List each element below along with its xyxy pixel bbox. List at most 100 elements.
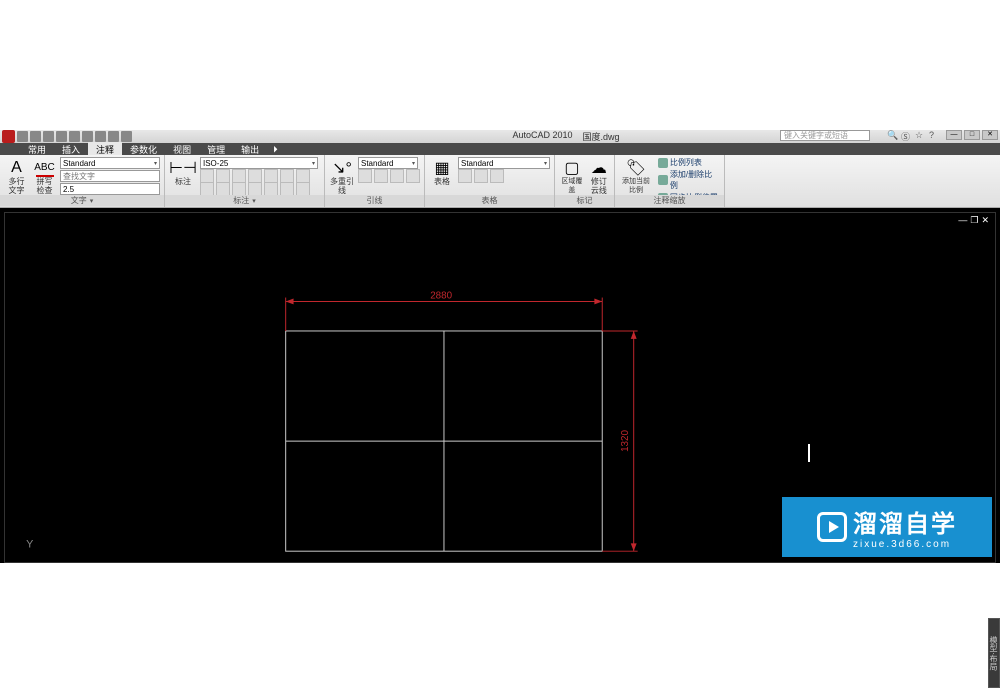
dim-h-arrow2 (594, 299, 602, 305)
panel-dimension: ⊢⊣ 标注 ISO-25▾ (165, 155, 325, 207)
leader-style-combo[interactable]: Standard▾ (358, 157, 418, 169)
minimize-button[interactable]: — (946, 130, 962, 140)
multileader-button[interactable]: ↘︎° 多重引线 (329, 157, 355, 196)
table-style-combo[interactable]: Standard▾ (458, 157, 550, 169)
ribbon-tabs: 常用 插入 注释 参数化 视图 管理 输出 ⏵ (0, 143, 1000, 155)
multiline-text-button[interactable]: A 多行 文字 (4, 157, 29, 196)
table-icon: ▦ (433, 159, 451, 177)
scale-adddel-link[interactable]: 添加/删除比例 (658, 169, 720, 191)
dim-jogged-icon[interactable] (296, 169, 310, 183)
text-cursor (808, 444, 810, 462)
ucs-y-label: Y (26, 538, 33, 550)
watermark-title: 溜溜自学 (853, 504, 957, 539)
table-link-icon[interactable] (474, 169, 488, 183)
add-current-scale-button[interactable]: 🏷 添加当前 比例 (619, 157, 653, 196)
qat-icon-8[interactable] (108, 131, 119, 142)
dim-v-value: 1320 (620, 429, 631, 451)
leader-remove-icon[interactable] (374, 169, 388, 183)
dim-v-arrow2 (631, 543, 637, 551)
dim-v-arrow1 (631, 331, 637, 339)
dim-oblique-icon[interactable] (296, 182, 310, 196)
panel-table: ▦ 表格 Standard▾ 表格 (425, 155, 555, 207)
panel-scale: 🏷 添加当前 比例 比例列表 添加/删除比例 同步比例位置 注释缩放 (615, 155, 725, 207)
window-controls: — □ ✕ (946, 130, 998, 140)
dim-break-icon[interactable] (200, 182, 214, 196)
dim-tol-icon[interactable] (232, 182, 246, 196)
panel-title-markup[interactable]: 标记 (555, 195, 614, 206)
help-icon[interactable]: ? (929, 130, 940, 141)
dimension-button[interactable]: ⊢⊣ 标注 (169, 157, 197, 196)
qat-save-icon[interactable] (43, 131, 54, 142)
drawing-area[interactable]: — ❐ ✕ 2880 1320 Y 模型·布局 (0, 208, 1000, 563)
dim-radius-icon[interactable] (264, 169, 278, 183)
dim-aligned-icon[interactable] (216, 169, 230, 183)
dim-tools-row1 (200, 170, 318, 182)
panel-leader: ↘︎° 多重引线 Standard▾ 引线 (325, 155, 425, 207)
panel-title-scale[interactable]: 注释缩放 (615, 195, 724, 206)
list-icon (658, 158, 668, 168)
watermark-url: zixue.3d66.com (853, 539, 951, 550)
layout-tab-sidebar[interactable]: 模型·布局 (988, 618, 1000, 688)
qat-print-icon[interactable] (82, 131, 93, 142)
panel-title-table[interactable]: 表格 (425, 195, 554, 206)
infocenter-search[interactable]: 键入关键字或短语 (780, 130, 870, 141)
comm-icon[interactable]: ☆ (915, 130, 926, 141)
leader-align-icon[interactable] (390, 169, 404, 183)
dim-center-icon[interactable] (248, 182, 262, 196)
qat-undo-icon[interactable] (56, 131, 67, 142)
leader-add-icon[interactable] (358, 169, 372, 183)
text-icon: A (8, 159, 26, 177)
ribbon: A 多行 文字 ABC 拼写 检查 Standard▾ 文字▾ ⊢⊣ 标注 IS… (0, 155, 1000, 208)
restore-button[interactable]: □ (964, 130, 980, 140)
text-style-combo[interactable]: Standard▾ (60, 157, 160, 169)
table-download-icon[interactable] (490, 169, 504, 183)
dim-arc-icon[interactable] (248, 169, 262, 183)
search-icon[interactable]: 🔍 (887, 130, 898, 141)
find-text-input[interactable] (60, 170, 160, 182)
dim-tools-row2 (200, 183, 318, 195)
leader-icon: ↘︎° (333, 159, 351, 177)
dimension-icon: ⊢⊣ (174, 159, 192, 177)
dim-h-value: 2880 (430, 291, 452, 302)
dim-space-icon[interactable] (216, 182, 230, 196)
qat-icon-7[interactable] (95, 131, 106, 142)
dim-style-combo[interactable]: ISO-25▾ (200, 157, 318, 169)
tabs-expand-icon[interactable]: ⏵ (267, 144, 278, 155)
panel-title-dimension[interactable]: 标注▾ (165, 195, 324, 206)
dim-diameter-icon[interactable] (280, 169, 294, 183)
table-button[interactable]: ▦ 表格 (429, 157, 455, 196)
infocenter-icons: 🔍 Ⓢ ☆ ? (887, 130, 940, 141)
revcloud-icon: ☁︎ (590, 159, 608, 177)
panel-title-leader[interactable]: 引线 (325, 195, 424, 206)
spellcheck-button[interactable]: ABC 拼写 检查 (32, 157, 57, 196)
dim-angular-icon[interactable] (232, 169, 246, 183)
spellcheck-icon: ABC (36, 159, 54, 177)
qat-redo-icon[interactable] (69, 131, 80, 142)
watermark-badge: 溜溜自学 zixue.3d66.com (782, 497, 992, 557)
scale-list-link[interactable]: 比例列表 (658, 157, 720, 168)
file-name: 国度.dwg (583, 130, 620, 143)
app-name: AutoCAD 2010 (512, 130, 572, 143)
qat-new-icon[interactable] (17, 131, 28, 142)
dim-inspect-icon[interactable] (264, 182, 278, 196)
panel-markup: ▢ 区域覆盖 ☁︎ 修订 云线 标记 (555, 155, 615, 207)
revcloud-button[interactable]: ☁︎ 修订 云线 (588, 157, 610, 196)
app-icon[interactable] (2, 130, 15, 143)
subscription-icon[interactable]: Ⓢ (901, 130, 912, 141)
dim-linear-icon[interactable] (200, 169, 214, 183)
dim-h-arrow1 (286, 299, 294, 305)
qat-open-icon[interactable] (30, 131, 41, 142)
scale-icon: 🏷 (627, 159, 645, 177)
panel-title-text[interactable]: 文字▾ (0, 195, 164, 206)
scale-links: 比例列表 添加/删除比例 同步比例位置 (656, 157, 720, 196)
adddel-icon (658, 175, 668, 185)
dim-update-icon[interactable] (280, 182, 294, 196)
wipeout-icon: ▢ (563, 159, 581, 177)
close-button[interactable]: ✕ (982, 130, 998, 140)
table-extract-icon[interactable] (458, 169, 472, 183)
text-height-input[interactable] (60, 183, 160, 195)
play-icon (817, 512, 847, 542)
qat-icon-9[interactable] (121, 131, 132, 142)
leader-collect-icon[interactable] (406, 169, 420, 183)
wipeout-button[interactable]: ▢ 区域覆盖 (559, 157, 585, 196)
